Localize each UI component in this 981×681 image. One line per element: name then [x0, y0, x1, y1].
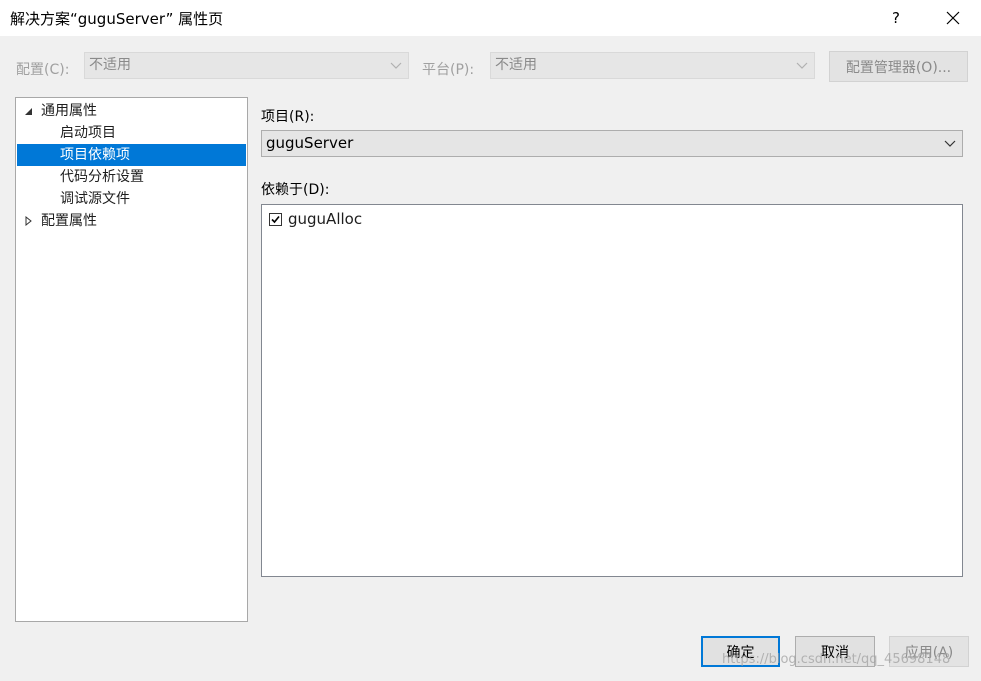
help-button[interactable]: ? [873, 0, 919, 36]
close-icon [946, 11, 960, 25]
tree-item-code-analysis[interactable]: 代码分析设置 [20, 166, 246, 188]
dependency-list: guguAlloc [261, 204, 963, 577]
property-tree: 通用属性 启动项目 项目依赖项 代码分析设置 调试源文件 配置属性 [15, 97, 248, 622]
configuration-value: 不适用 [89, 57, 131, 73]
configuration-label: 配置(C): [16, 62, 70, 78]
tree-item-label: 通用属性 [41, 103, 97, 119]
project-label: 项目(R): [261, 109, 315, 125]
tree-item-label: 启动项目 [60, 125, 116, 141]
title-bar: 解决方案“guguServer” 属性页 ? [0, 0, 981, 36]
platform-dropdown[interactable]: 不适用 [490, 52, 815, 79]
expanded-triangle-icon[interactable] [24, 106, 34, 116]
dependency-checkbox[interactable] [269, 212, 282, 226]
tree-item-configuration-properties[interactable]: 配置属性 [20, 210, 246, 232]
dependency-label: guguAlloc [288, 210, 363, 228]
tree-item-common-properties[interactable]: 通用属性 [20, 100, 246, 122]
tree-item-label: 配置属性 [41, 213, 97, 229]
platform-label: 平台(P): [422, 62, 475, 78]
tree-item-startup-project[interactable]: 启动项目 [20, 122, 246, 144]
platform-value: 不适用 [495, 57, 537, 73]
config-manager-button[interactable]: 配置管理器(O)... [829, 51, 968, 82]
configuration-dropdown[interactable]: 不适用 [84, 52, 409, 79]
close-button[interactable] [930, 0, 976, 36]
checkmark-icon [271, 215, 280, 223]
watermark: https://blog.csdn.net/qq_45698148 [722, 652, 951, 667]
tree-item-debug-source-files[interactable]: 调试源文件 [20, 188, 246, 210]
chevron-down-icon [390, 62, 402, 69]
collapsed-triangle-icon[interactable] [24, 216, 34, 226]
tree-item-project-dependencies[interactable]: 项目依赖项 [17, 144, 246, 166]
project-dropdown[interactable]: guguServer [261, 130, 963, 157]
depends-on-label: 依赖于(D): [261, 182, 330, 198]
chevron-down-icon [944, 140, 956, 147]
window-title: 解决方案“guguServer” 属性页 [10, 10, 224, 28]
tree-item-label: 项目依赖项 [60, 147, 130, 163]
tree-item-label: 代码分析设置 [60, 169, 144, 185]
tree-item-label: 调试源文件 [60, 191, 130, 207]
project-value: guguServer [266, 134, 354, 152]
chevron-down-icon [796, 62, 808, 69]
list-item[interactable]: guguAlloc [269, 209, 362, 229]
